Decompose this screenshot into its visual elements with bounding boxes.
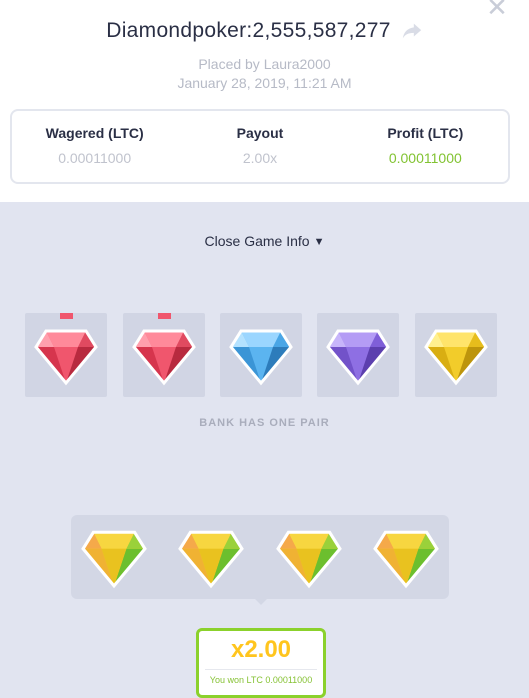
bank-result-label: BANK HAS ONE PAIR bbox=[199, 417, 330, 429]
bet-date: January 28, 2019, 11:21 AM bbox=[177, 75, 352, 91]
win-multiplier: x2.00 bbox=[230, 636, 292, 663]
divider bbox=[205, 669, 317, 670]
wagered-value: 0.00011000 bbox=[58, 150, 132, 166]
wagered-stat: Wagered (LTC) 0.00011000 bbox=[12, 111, 177, 182]
close-game-info-toggle[interactable]: Close Game Info ▼ bbox=[0, 233, 529, 249]
panel-pointer bbox=[255, 599, 267, 605]
yellow-green-diamond-icon bbox=[276, 530, 342, 589]
profit-label: Profit (LTC) bbox=[387, 125, 464, 141]
bank-gem-card bbox=[415, 313, 497, 397]
payout-label: Payout bbox=[236, 125, 284, 141]
share-icon[interactable] bbox=[401, 20, 423, 42]
bank-gem-card bbox=[123, 313, 205, 397]
pair-marker bbox=[60, 313, 73, 319]
red-diamond-icon bbox=[132, 329, 196, 386]
yellow-green-diamond-icon bbox=[81, 530, 147, 589]
player-hand bbox=[71, 515, 449, 599]
yellow-green-diamond-icon bbox=[178, 530, 244, 589]
purple-diamond-icon bbox=[326, 329, 390, 386]
red-diamond-icon bbox=[34, 329, 98, 386]
payout-value: 2.00x bbox=[242, 150, 278, 166]
bank-gem-card bbox=[220, 313, 302, 397]
yellow-green-diamond-icon bbox=[373, 530, 439, 589]
bet-details-panel: ✕ Diamondpoker:2,555,587,277 Placed by L… bbox=[0, 0, 529, 202]
blue-diamond-icon bbox=[229, 329, 293, 386]
toggle-label: Close Game Info bbox=[204, 233, 310, 249]
bank-gem-card bbox=[317, 313, 399, 397]
pair-marker bbox=[158, 313, 171, 319]
placed-by[interactable]: Placed by Laura2000 bbox=[0, 56, 529, 72]
chevron-down-icon: ▼ bbox=[313, 236, 325, 248]
profit-stat: Profit (LTC) 0.00011000 bbox=[343, 111, 508, 182]
payout-stat: Payout 2.00x bbox=[177, 111, 342, 182]
stats-box: Wagered (LTC) 0.00011000 Payout 2.00x Pr… bbox=[10, 109, 510, 184]
bet-title: Diamondpoker:2,555,587,277 bbox=[106, 19, 391, 42]
win-text: You won LTC 0.00011000 bbox=[209, 675, 313, 685]
bank-gem-card bbox=[25, 313, 107, 397]
yellow-diamond-icon bbox=[424, 329, 488, 386]
title-row: Diamondpoker:2,555,587,277 bbox=[0, 17, 529, 45]
wagered-label: Wagered (LTC) bbox=[45, 125, 144, 141]
profit-value: 0.00011000 bbox=[388, 150, 462, 166]
